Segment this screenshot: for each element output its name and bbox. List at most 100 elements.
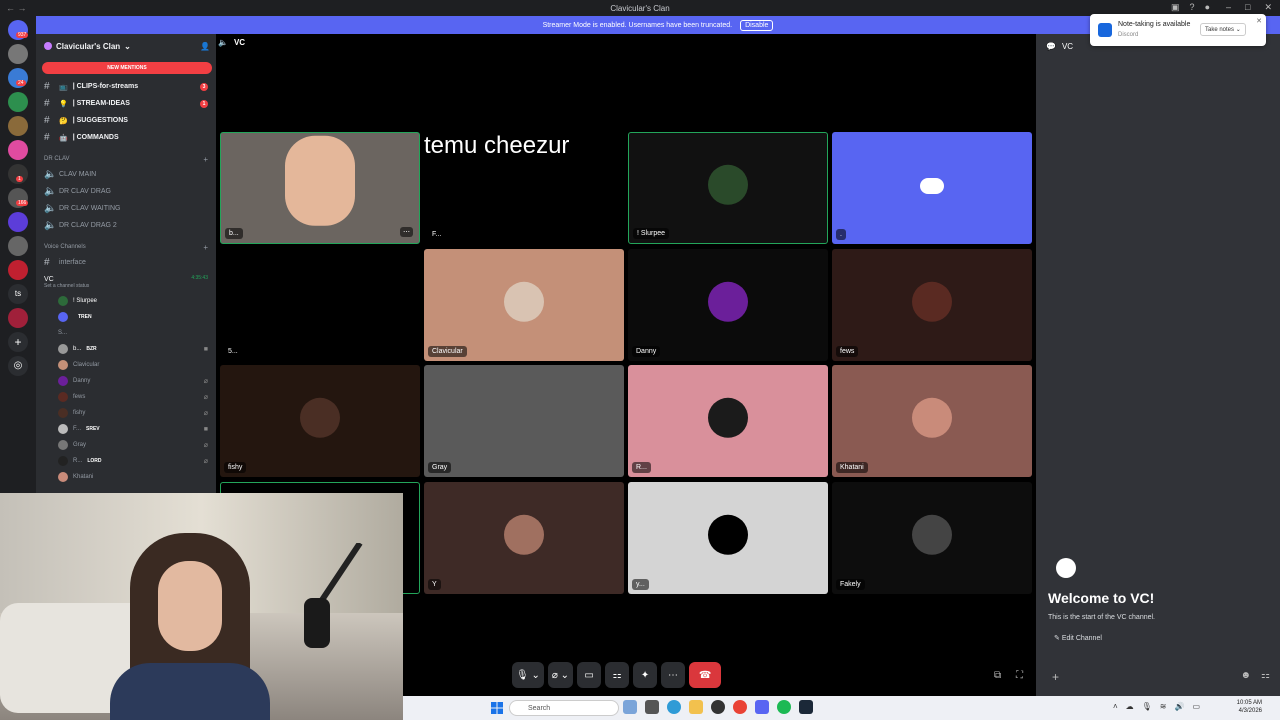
video-tile[interactable]: Danny xyxy=(628,249,828,361)
invite-icon[interactable]: 👤 xyxy=(200,42,210,51)
server-icon[interactable] xyxy=(8,140,28,160)
disable-button[interactable]: Disable xyxy=(740,19,774,31)
voice-member[interactable]: TREN xyxy=(36,309,216,325)
video-tile[interactable]: 5... xyxy=(220,249,420,361)
minimize-button[interactable]: – xyxy=(1226,2,1231,13)
server-icon[interactable]: ts xyxy=(8,284,28,304)
inbox-icon[interactable]: ▣ xyxy=(1171,2,1180,13)
server-icon[interactable] xyxy=(8,116,28,136)
voice-member[interactable]: fews ⌀ xyxy=(36,389,216,405)
video-tile[interactable]: Clavicular xyxy=(424,249,624,361)
video-tile[interactable]: fews xyxy=(832,249,1032,361)
server-icon[interactable] xyxy=(8,212,28,232)
voice-member[interactable]: Clavicular xyxy=(36,357,216,373)
close-button[interactable]: ✕ xyxy=(1264,2,1272,13)
avatar[interactable]: ● xyxy=(1205,2,1210,13)
video-tile[interactable]: y... xyxy=(628,482,828,594)
server-icon[interactable] xyxy=(8,260,28,280)
back-forward-icon[interactable]: ← → xyxy=(6,3,27,13)
voice-member[interactable]: ! Slurpee xyxy=(36,293,216,309)
voice-channel[interactable]: 🔈 DR CLAV WAITING xyxy=(36,200,216,217)
video-tile[interactable]: Fakely xyxy=(832,482,1032,594)
activities-button[interactable]: ⚏ xyxy=(605,662,630,688)
voice-member[interactable]: fishy ⌀ xyxy=(36,405,216,421)
more-options-button[interactable]: ⋯ xyxy=(661,662,686,688)
channel-suggestions[interactable]: # 🤔 | SUGGESTIONS xyxy=(36,112,216,129)
video-tile[interactable]: Y xyxy=(424,482,624,594)
server-icon[interactable] xyxy=(8,92,28,112)
task-view-icon[interactable] xyxy=(645,700,659,714)
server-icon[interactable] xyxy=(8,236,28,256)
vc-status[interactable]: Set a channel status xyxy=(44,283,216,289)
taskbar-search[interactable]: Search xyxy=(509,700,619,716)
channel-interface[interactable]: # interface xyxy=(36,254,216,271)
edit-channel-button[interactable]: ✎ Edit Channel xyxy=(1050,632,1106,644)
apps-icon[interactable]: ⚏ xyxy=(1261,670,1270,681)
voice-member[interactable]: b... BZR ■ xyxy=(36,341,216,357)
emoji-icon[interactable]: ☻ xyxy=(1241,670,1252,681)
obs-icon[interactable] xyxy=(711,700,725,714)
windows-start-icon[interactable] xyxy=(491,702,503,714)
new-mentions-pill[interactable]: NEW MENTIONS xyxy=(42,62,212,74)
discord-icon[interactable] xyxy=(755,700,769,714)
chevron-up-icon[interactable]: ˄ xyxy=(1113,702,1118,711)
voice-member[interactable]: R... LORD ⌀ xyxy=(36,453,216,469)
take-notes-button[interactable]: Take notes ⌄ xyxy=(1200,23,1246,36)
taskbar-clock[interactable]: 10:05 AM 4/3/2026 xyxy=(1237,699,1262,715)
voice-channel[interactable]: 🔈 CLAV MAIN xyxy=(36,166,216,183)
help-icon[interactable]: ? xyxy=(1190,2,1195,13)
category-voice-channels[interactable]: Voice Channels + xyxy=(36,240,216,254)
more-icon[interactable]: ⋯ xyxy=(400,227,413,237)
file-explorer-icon[interactable] xyxy=(689,700,703,714)
add-channel-icon[interactable]: + xyxy=(203,243,208,252)
video-tile[interactable]: b... ⋯ xyxy=(220,132,420,244)
steam-icon[interactable] xyxy=(799,700,813,714)
attach-icon[interactable]: + xyxy=(1052,670,1059,684)
add-channel-icon[interactable]: + xyxy=(203,155,208,164)
battery-icon[interactable]: ▭ xyxy=(1192,702,1200,711)
chat-bubble-icon xyxy=(1056,558,1076,578)
maximize-button[interactable]: □ xyxy=(1245,2,1250,13)
close-icon[interactable]: ✕ xyxy=(1256,17,1262,25)
popout-icon[interactable]: ⧉ xyxy=(994,670,1001,681)
discover-icon[interactable]: ◎ xyxy=(8,356,28,376)
muted-mic-icon: ⌀ xyxy=(203,378,208,385)
video-tile[interactable]: Gray xyxy=(424,365,624,477)
landscape-icon[interactable] xyxy=(623,700,637,714)
video-tile[interactable]: . xyxy=(832,132,1032,244)
voice-channel[interactable]: 🔈 DR CLAV DRAG xyxy=(36,183,216,200)
mic-icon[interactable]: 🎙 xyxy=(1142,702,1152,711)
category-dr-clav[interactable]: DR CLAV + xyxy=(36,152,216,166)
wifi-icon[interactable]: ≋ xyxy=(1160,702,1167,711)
server-icon[interactable] xyxy=(8,44,28,64)
soundboard-button[interactable]: ✦ xyxy=(633,662,658,688)
camera-button[interactable]: ⌀ ⌄ xyxy=(547,662,574,688)
voice-member[interactable]: S... xyxy=(36,325,216,341)
add-server-icon[interactable]: + xyxy=(8,332,28,352)
voice-member[interactable]: Danny ⌀ xyxy=(36,373,216,389)
voice-member[interactable]: F... SREV ■ xyxy=(36,421,216,437)
screen-share-button[interactable]: ▭ xyxy=(577,662,602,688)
avatar xyxy=(708,281,748,322)
voice-channel[interactable]: 🔈 DR CLAV DRAG 2 xyxy=(36,217,216,234)
channel-stream-ideas[interactable]: # 💡 | STREAM-IDEAS 1 xyxy=(36,95,216,112)
microphone-button[interactable]: 🎙 ⌄ xyxy=(512,662,544,688)
spotify-icon[interactable] xyxy=(777,700,791,714)
video-tile[interactable]: Khatani xyxy=(832,365,1032,477)
video-tile[interactable]: ! Slurpee xyxy=(628,132,828,244)
voice-channel-vc[interactable]: VC Set a channel status 4:35:43 xyxy=(36,271,216,293)
cloud-icon[interactable]: ☁ xyxy=(1126,702,1134,711)
channel-commands[interactable]: # 🤖 | COMMANDS xyxy=(36,129,216,146)
server-header[interactable]: Clavicular's Clan ⌄ xyxy=(36,34,216,58)
disconnect-button[interactable]: ☎ xyxy=(689,662,722,688)
voice-member[interactable]: Khatani xyxy=(36,469,216,485)
volume-icon[interactable]: 🔊 xyxy=(1174,702,1184,711)
chrome-icon[interactable] xyxy=(733,700,747,714)
video-tile[interactable]: R... xyxy=(628,365,828,477)
server-icon[interactable] xyxy=(8,308,28,328)
edge-icon[interactable] xyxy=(667,700,681,714)
channel-clips[interactable]: # 📺 | CLIPS-for-streams 3 xyxy=(36,78,216,95)
voice-member[interactable]: Gray ⌀ xyxy=(36,437,216,453)
fullscreen-icon[interactable]: ⛶ xyxy=(1016,670,1023,681)
video-tile[interactable]: fishy xyxy=(220,365,420,477)
